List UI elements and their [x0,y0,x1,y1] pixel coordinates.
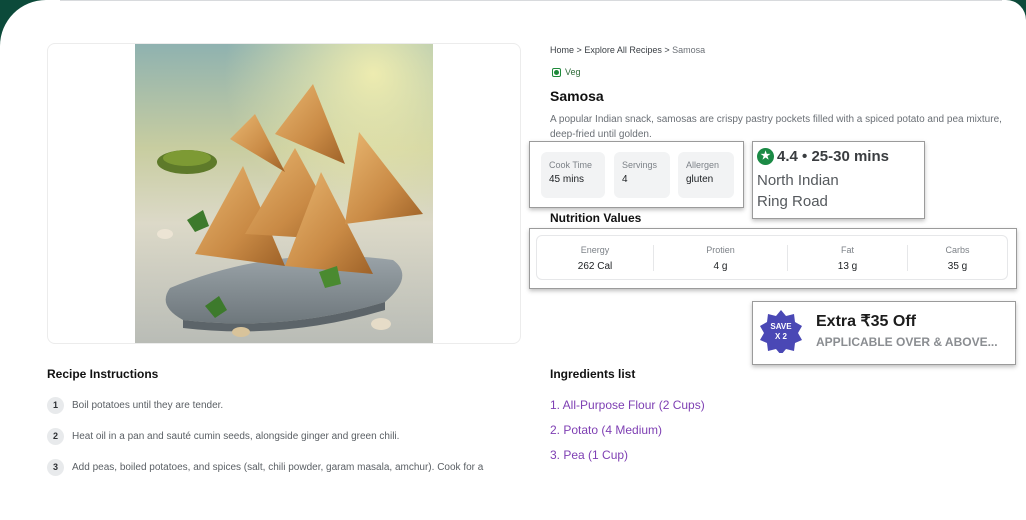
nutrition-table: Energy 262 Cal Protien 4 g Fat 13 g Carb… [536,235,1008,280]
nutrition-panel: Energy 262 Cal Protien 4 g Fat 13 g Carb… [529,228,1017,289]
info-chip-allergen: Allergen gluten [678,152,734,198]
breadcrumb: Home > Explore All Recipes > Samosa [550,45,705,55]
nutrition-value: 4 g [713,261,728,272]
info-chip-cook-time: Cook Time 45 mins [541,152,605,198]
step-text: Boil potatoes until they are tender. [72,399,224,411]
cuisine-text: North Indian [757,172,839,189]
recipe-page: Home > Explore All Recipes > Samosa Veg … [0,0,1026,520]
badge-text-multiplier: X 2 [775,332,788,341]
nutrition-carbs: Carbs 35 g [908,236,1007,279]
breadcrumb-current: Samosa [672,45,706,55]
info-chip-value: 4 [622,174,628,185]
nutrition-value: 262 Cal [577,261,613,272]
info-chip-label: Cook Time [549,160,593,170]
samosa-photo-illustration [135,44,433,343]
step-text: Heat oil in a pan and sauté cumin seeds,… [72,430,400,442]
instruction-step: 3 Add peas, boiled potatoes, and spices … [47,458,483,476]
nutrition-energy: Energy 262 Cal [537,236,653,279]
instructions-title: Recipe Instructions [47,367,159,381]
breadcrumb-explore[interactable]: Explore All Recipes [584,45,662,55]
locality-text: Ring Road [757,193,828,210]
veg-badge: Veg [552,66,581,78]
ingredient-item[interactable]: 3. Pea (1 Cup) [550,448,628,462]
restaurant-info-card[interactable]: ★ 4.4 • 25-30 mins North Indian Ring Roa… [752,141,925,219]
recipe-description: A popular Indian snack, samosas are cris… [550,114,1002,140]
nutrition-value: 35 g [947,261,968,272]
veg-label: Veg [565,67,581,77]
offer-subtitle: APPLICABLE OVER & ABOVE... [816,335,998,349]
instruction-step: 1 Boil potatoes until they are tender. [47,396,223,414]
nutrition-value: 13 g [837,261,858,272]
instruction-step: 2 Heat oil in a pan and sauté cumin seed… [47,427,399,445]
ingredients-title: Ingredients list [550,367,636,381]
recipe-photo [135,44,433,343]
ingredient-item[interactable]: 1. All-Purpose Flour (2 Cups) [550,398,705,412]
top-divider [60,0,1002,1]
ingredient-item[interactable]: 2. Potato (4 Medium) [550,423,662,437]
offer-title: Extra ₹35 Off [816,313,916,330]
step-number: 3 [47,458,64,476]
info-chip-servings: Servings 4 [614,152,670,198]
step-number: 2 [47,427,64,445]
nutrition-fat: Fat 13 g [788,236,907,279]
recipe-info-panel: Cook Time 45 mins Servings 4 Allergen gl… [529,141,744,208]
nutrition-label: Protien [706,245,735,255]
breadcrumb-separator: > [664,45,670,55]
recipe-image-card [47,43,521,344]
step-number: 1 [47,396,64,414]
rating-row: ★ 4.4 • 25-30 mins [757,148,889,165]
nutrition-label: Energy [580,245,610,255]
nutrition-title: Nutrition Values [550,211,642,225]
rating-text: 4.4 • 25-30 mins [777,148,889,165]
recipe-title: Samosa [550,88,604,104]
veg-indicator-icon [552,67,561,77]
breadcrumb-home[interactable]: Home [550,45,574,55]
save-badge-icon: SAVE X 2 [760,310,802,353]
info-chip-value: gluten [686,174,714,185]
info-chip-label: Servings [622,160,658,170]
nutrition-protein: Protien 4 g [654,236,787,279]
nutrition-label: Fat [840,245,854,255]
step-text: Add peas, boiled potatoes, and spices (s… [72,461,484,473]
badge-text-save: SAVE [770,322,792,331]
info-chip-value: 45 mins [549,174,585,185]
info-chip-label: Allergen [686,160,720,170]
star-icon: ★ [757,148,774,165]
offer-card[interactable]: SAVE X 2 Extra ₹35 Off APPLICABLE OVER &… [752,301,1016,365]
breadcrumb-separator: > [576,45,582,55]
nutrition-label: Carbs [945,245,970,255]
